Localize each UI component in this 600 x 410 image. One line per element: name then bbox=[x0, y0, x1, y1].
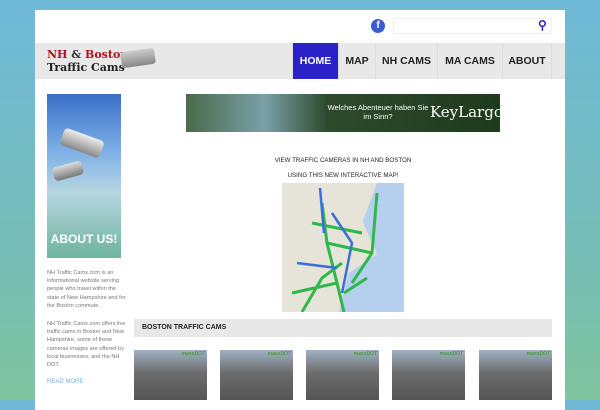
read-more-link[interactable]: READ MORE bbox=[47, 379, 83, 385]
ad-text: Welches Abenteuer haben Sie im Sinn? bbox=[327, 103, 429, 121]
camera-thumbnail[interactable]: massDOT bbox=[479, 350, 552, 400]
ad-banner[interactable]: Welches Abenteuer haben Sie im Sinn? Key… bbox=[186, 94, 503, 132]
nav-about[interactable]: ABOUT bbox=[502, 43, 552, 79]
about-us-banner[interactable]: ABOUT US! bbox=[47, 94, 121, 258]
camera-image bbox=[59, 127, 105, 159]
intro-line-1: VIEW TRAFFIC CAMERAS IN NH AND BOSTON bbox=[274, 157, 412, 164]
nav-nh-cams[interactable]: NH CAMS bbox=[375, 43, 437, 79]
site-logo[interactable]: NH & Boston Traffic Cams bbox=[47, 48, 128, 74]
camera-thumbnail[interactable]: massDOT bbox=[134, 350, 207, 400]
intro-line-2: USING THIS NEW INTERACTIVE MAP! bbox=[287, 172, 399, 179]
logo-line2: Traffic Cams bbox=[47, 61, 125, 74]
massdot-watermark: massDOT bbox=[267, 351, 291, 357]
search-input[interactable] bbox=[393, 18, 552, 34]
logo-amp: & bbox=[67, 48, 86, 61]
logo-nh: NH bbox=[47, 48, 68, 61]
ad-brand: KeyLargo bbox=[430, 103, 503, 121]
nav-home[interactable]: HOME bbox=[292, 43, 338, 79]
sidebar-para-1: NH Traffic Cams.com is an informational … bbox=[47, 270, 126, 309]
page: f ⚲ NH & Boston Traffic Cams HOME MAP NH… bbox=[35, 10, 565, 410]
camera-thumbnail[interactable]: massDOT bbox=[220, 350, 293, 400]
camera-icon bbox=[120, 47, 156, 69]
sidebar-para-2: NH Traffic Cams.com offers live traffic … bbox=[47, 321, 126, 369]
camera-thumbnail[interactable]: massDOT bbox=[306, 350, 379, 400]
massdot-watermark: massDOT bbox=[181, 351, 205, 357]
facebook-icon[interactable]: f bbox=[371, 19, 385, 33]
search-icon[interactable]: ⚲ bbox=[538, 18, 552, 34]
nav-map[interactable]: MAP bbox=[338, 43, 375, 79]
camera-image bbox=[51, 160, 85, 182]
nav-ma-cams[interactable]: MA CAMS bbox=[437, 43, 502, 79]
massdot-watermark: massDOT bbox=[439, 351, 463, 357]
camera-thumbnail[interactable]: massDOT bbox=[392, 350, 465, 400]
interactive-map[interactable] bbox=[282, 183, 404, 312]
about-us-label: ABOUT US! bbox=[50, 232, 118, 246]
section-title: BOSTON TRAFFIC CAMS bbox=[134, 319, 552, 337]
massdot-watermark: massDOT bbox=[526, 351, 550, 357]
map-roads bbox=[291, 187, 379, 312]
massdot-watermark: massDOT bbox=[353, 351, 377, 357]
nav-bar: NH & Boston Traffic Cams HOME MAP NH CAM… bbox=[35, 43, 565, 79]
